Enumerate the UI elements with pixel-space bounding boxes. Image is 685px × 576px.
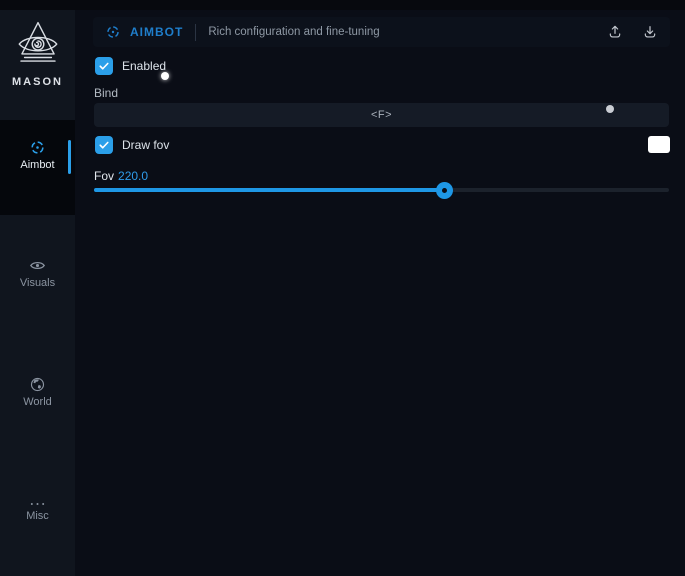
sidebar-item-aimbot[interactable]: Aimbot xyxy=(0,139,75,171)
globe-icon xyxy=(29,376,46,393)
check-icon xyxy=(98,60,110,72)
eye-icon xyxy=(29,257,46,274)
enabled-row: Enabled xyxy=(95,57,166,75)
main-content: AIMBOT Rich configuration and fine-tunin… xyxy=(75,10,685,576)
fov-label: Fov xyxy=(94,169,114,183)
sidebar-item-label: World xyxy=(0,396,75,408)
window-top-strip xyxy=(0,0,685,10)
fov-color-picker[interactable] xyxy=(648,136,670,153)
fov-value: 220.0 xyxy=(118,169,148,183)
section-title: AIMBOT xyxy=(130,25,183,39)
brand-logo: MASON xyxy=(0,20,75,88)
sidebar-item-label: Visuals xyxy=(0,277,75,289)
bind-indicator-dot xyxy=(606,105,614,113)
app-window: MASON Aimbot Visuals World xyxy=(0,0,685,576)
draw-fov-checkbox[interactable] xyxy=(95,136,113,154)
sidebar-item-world[interactable]: World xyxy=(0,376,75,408)
crosshair-icon xyxy=(105,24,121,40)
brand-name: MASON xyxy=(0,76,75,88)
sidebar-item-misc[interactable]: Misc xyxy=(0,498,75,522)
ellipsis-icon xyxy=(29,498,46,510)
bind-label: Bind xyxy=(94,86,118,100)
fov-slider[interactable] xyxy=(94,188,669,192)
pyramid-eye-icon xyxy=(13,20,63,70)
enabled-checkbox[interactable] xyxy=(95,57,113,75)
crosshair-icon xyxy=(29,139,46,156)
sidebar-item-label: Misc xyxy=(0,510,75,522)
sidebar: MASON Aimbot Visuals World xyxy=(0,10,75,576)
mouse-cursor-dot xyxy=(161,72,169,80)
bind-value: <F> xyxy=(371,109,392,121)
fov-slider-handle[interactable] xyxy=(436,182,453,199)
fov-label-row: Fov 220.0 xyxy=(94,169,148,183)
draw-fov-label: Draw fov xyxy=(122,138,169,152)
bind-input[interactable]: <F> xyxy=(94,103,669,127)
section-header: AIMBOT Rich configuration and fine-tunin… xyxy=(93,17,670,47)
enabled-label: Enabled xyxy=(122,59,166,73)
header-divider xyxy=(195,24,196,41)
fov-slider-fill xyxy=(94,188,445,192)
download-icon[interactable] xyxy=(642,24,658,40)
check-icon xyxy=(98,139,110,151)
upload-icon[interactable] xyxy=(607,24,623,40)
sidebar-item-visuals[interactable]: Visuals xyxy=(0,257,75,289)
draw-fov-row: Draw fov xyxy=(95,136,169,154)
sidebar-item-label: Aimbot xyxy=(0,159,75,171)
section-subtitle: Rich configuration and fine-tuning xyxy=(208,26,379,38)
